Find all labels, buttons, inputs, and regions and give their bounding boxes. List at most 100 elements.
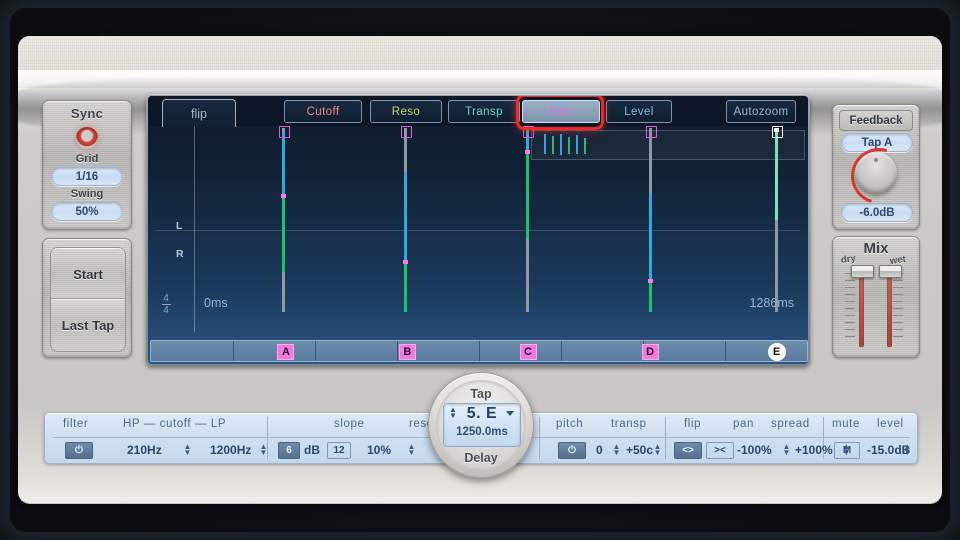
label-flip: flip <box>684 418 702 430</box>
sync-led[interactable] <box>76 127 98 149</box>
plugin-window: Sync Grid 1/16 Swing 50% Start Last Tap … <box>0 0 960 540</box>
tap-pan-dot-C[interactable] <box>524 150 530 155</box>
dry-slider[interactable] <box>851 265 874 347</box>
pan-button[interactable]: >< <box>706 442 734 459</box>
transport-panel: Start Last Tap <box>42 238 132 358</box>
pan-stepper[interactable]: ▲ ▼ <box>782 443 791 457</box>
ruler-tick <box>233 341 234 361</box>
value-transp-semi[interactable]: 0 <box>596 443 603 457</box>
display-bezel: flip Cutoff Reso Transp Pan Level Autozoom L… <box>146 94 810 366</box>
tap-handle-A[interactable] <box>279 126 291 138</box>
mode-button-reso[interactable]: Reso <box>370 100 442 123</box>
time-sig-top: 4 <box>163 293 169 304</box>
wet-ticks <box>893 273 903 343</box>
tap-handle-D[interactable] <box>645 126 657 138</box>
wet-slider-fill <box>888 267 891 347</box>
tap-handle-B[interactable] <box>401 126 413 138</box>
time-signature: 4 4 <box>160 293 172 316</box>
time-ruler[interactable]: A B C D E <box>150 340 808 362</box>
transp-cents-stepper[interactable]: ▲ ▼ <box>653 443 662 457</box>
param-sep-2 <box>539 417 540 459</box>
value-lp[interactable]: 1200Hz <box>210 443 251 457</box>
tap-pan-dot-B[interactable] <box>403 260 409 265</box>
feedback-knob-indicator <box>874 158 878 162</box>
dry-slider-handle[interactable] <box>851 265 874 278</box>
tap-bar-green-A[interactable] <box>282 194 286 272</box>
panel-highlight <box>18 70 942 88</box>
wet-slider-handle[interactable] <box>879 265 902 278</box>
tap-selector[interactable]: ▲ ▼ 5. E 1250.0ms <box>443 403 521 447</box>
tap-bar-E[interactable] <box>775 131 779 220</box>
value-transp-cents[interactable]: +50c <box>626 443 653 457</box>
tap-bar-blue-D[interactable] <box>648 194 652 279</box>
tap-pan-dot-D[interactable] <box>647 278 653 283</box>
last-tap-button[interactable]: Last Tap <box>50 298 126 352</box>
mode-button-cutoff[interactable]: Cutoff <box>284 100 362 123</box>
plot-area[interactable]: L R 0ms 1286ms 4 4 <box>148 126 808 332</box>
value-hp[interactable]: 210Hz <box>127 443 162 457</box>
feedback-level-value[interactable]: -6.0dB <box>841 203 913 222</box>
end-time-label: 1286ms <box>749 296 794 310</box>
dry-slider-fill <box>860 267 863 347</box>
tap-bar-green-D[interactable] <box>648 278 652 312</box>
tap-dial[interactable]: Tap ▲ ▼ 5. E 1250.0ms Delay <box>428 372 534 478</box>
tap-delay-time: 1250.0ms <box>456 426 508 438</box>
label-mute: mute <box>832 418 860 430</box>
tap-badge-B[interactable]: B <box>398 344 416 360</box>
transp-semi-stepper[interactable]: ▲ ▼ <box>612 443 621 457</box>
value-reso[interactable]: 10% <box>367 443 391 457</box>
filter-power-button[interactable]: ⏻ <box>65 442 93 459</box>
grid-value[interactable]: 1/16 <box>51 167 123 186</box>
tap-handle-C[interactable] <box>522 126 534 138</box>
tap-display[interactable]: flip Cutoff Reso Transp Pan Level Autozoom L… <box>148 96 808 364</box>
hp-stepper[interactable]: ▲ ▼ <box>183 443 192 457</box>
tap-pan-dot-A[interactable] <box>281 194 287 199</box>
tap-badge-E[interactable]: E <box>767 343 786 361</box>
value-spread[interactable]: +100% <box>795 443 833 457</box>
slope-unit: dB <box>304 443 320 457</box>
mode-button-pan[interactable]: Pan <box>522 100 600 123</box>
grid-label: Grid <box>75 153 99 165</box>
autozoom-button[interactable]: Autozoom <box>726 100 796 123</box>
mode-button-label: Level <box>624 105 654 118</box>
wet-slider[interactable] <box>879 265 902 347</box>
mix-panel: Mix dry wet <box>832 236 920 358</box>
swing-value[interactable]: 50% <box>51 202 123 221</box>
slope-6-button[interactable]: 6 <box>278 442 300 459</box>
reso-stepper[interactable]: ▲ ▼ <box>407 443 416 457</box>
ruler-tick <box>561 341 562 361</box>
start-button[interactable]: Start <box>50 247 126 301</box>
tap-dial-bottom-label: Delay <box>464 451 498 465</box>
label-transp: transp <box>611 418 647 430</box>
slope-12-button[interactable]: 12 <box>327 442 351 459</box>
value-pan-amount[interactable]: -100% <box>737 443 772 457</box>
mode-button-label: Pan <box>550 105 572 118</box>
tab-flip[interactable]: flip <box>162 99 236 127</box>
tap-handle-E[interactable] <box>772 126 784 138</box>
mode-button-label: Transp <box>465 105 503 118</box>
feedback-button[interactable]: Feedback <box>839 110 913 131</box>
mute-button[interactable]: M <box>834 442 860 459</box>
dry-ticks <box>845 273 855 343</box>
feedback-knob[interactable] <box>841 138 917 214</box>
level-stepper[interactable]: ▲ ▼ <box>903 443 912 457</box>
mode-button-transp[interactable]: Transp <box>448 100 520 123</box>
tap-badge-A[interactable]: A <box>277 344 295 360</box>
tap-handle-row <box>148 126 808 138</box>
lp-stepper[interactable]: ▲ ▼ <box>259 443 268 457</box>
tap-bar-green-B[interactable] <box>404 260 408 312</box>
label-spread: spread <box>771 418 810 430</box>
label-right-channel: R <box>176 248 184 260</box>
flip-button[interactable]: <> <box>674 442 702 459</box>
tap-dial-top-label: Tap <box>470 387 492 401</box>
tap-bar-blue-A[interactable] <box>282 131 286 195</box>
mode-button-level[interactable]: Level <box>606 100 672 123</box>
pitch-power-button[interactable]: ⏻ <box>558 442 586 459</box>
tap-badge-D[interactable]: D <box>641 344 659 360</box>
sync-panel: Sync Grid 1/16 Swing 50% <box>42 100 132 230</box>
tap-badge-C[interactable]: C <box>519 344 537 360</box>
autozoom-label: Autozoom <box>733 105 789 118</box>
tap-bar-green-C[interactable] <box>525 150 529 239</box>
feedback-panel: Feedback Tap A -6.0dB <box>832 104 920 230</box>
tap-bar-blue-B[interactable] <box>404 172 408 261</box>
